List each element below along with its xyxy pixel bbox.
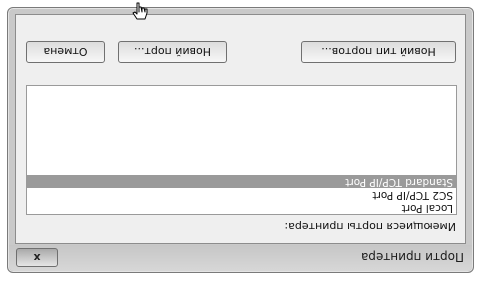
ports-label: Имеющиеся порты принтера: — [284, 220, 456, 233]
new-port-button[interactable]: Новий порт... — [118, 41, 227, 63]
port-item-local[interactable]: Local Port — [27, 201, 456, 214]
new-port-type-button[interactable]: Новий тип портов... — [301, 41, 456, 63]
printer-ports-dialog: Порти принтера x Имеющиеся порты принтер… — [7, 2, 474, 273]
port-list[interactable]: Local Port SC2 TCP/IP Port Standard TCP/… — [26, 85, 457, 215]
port-item-standard-tcpip[interactable]: Standard TCP/IP Port — [27, 175, 456, 188]
hand-pointer-icon — [132, 2, 148, 20]
dialog-title: Порти принтера — [360, 250, 464, 264]
close-button[interactable]: x — [16, 248, 58, 267]
title-bar[interactable]: Порти принтера x — [9, 245, 472, 271]
rotated-stage: Порти принтера x Имеющиеся порты принтер… — [0, 0, 483, 282]
port-item-sc2[interactable]: SC2 TCP/IP Port — [27, 188, 456, 201]
close-icon: x — [33, 251, 41, 264]
cancel-button[interactable]: Отмена — [26, 41, 105, 63]
dialog-body: Имеющиеся порты принтера: Local Port SC2… — [15, 2, 466, 244]
